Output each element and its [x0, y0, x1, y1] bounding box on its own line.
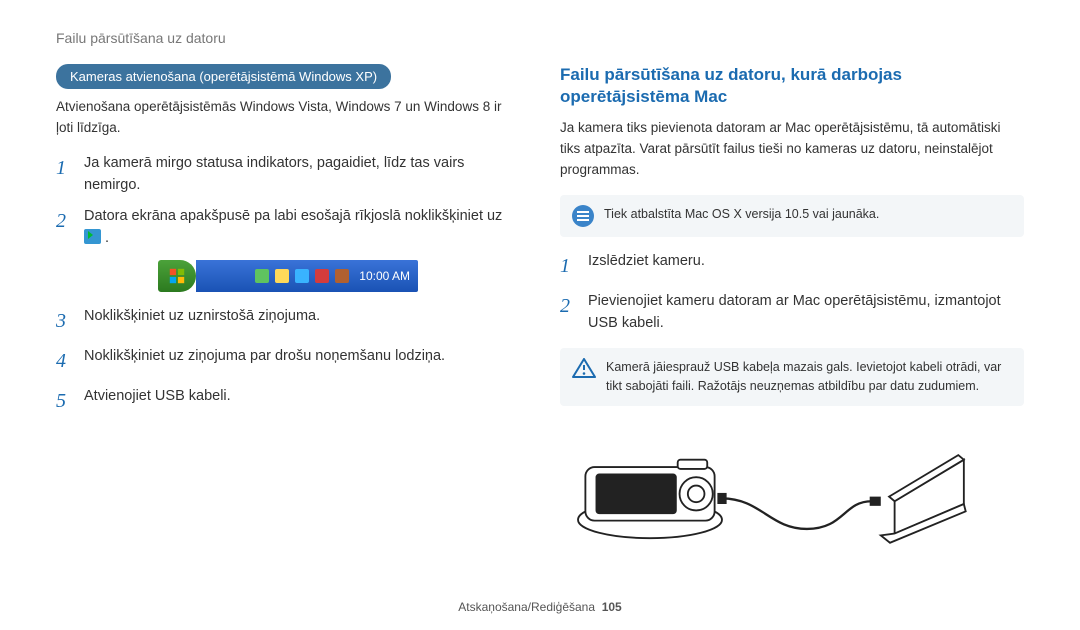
- step-number: 4: [56, 346, 72, 376]
- info-icon: [572, 205, 594, 227]
- tray-icon: [295, 269, 309, 283]
- mac-section-heading: Failu pārsūtīšana uz datoru, kurā darboj…: [560, 64, 1024, 108]
- info-note-text: Tiek atbalstīta Mac OS X versija 10.5 va…: [604, 205, 879, 224]
- step-text: Ja kamerā mirgo statusa indikators, paga…: [84, 153, 520, 197]
- camera-icon: [578, 460, 722, 538]
- warning-note-text: Kamerā jāiesprauž USB kabeļa mazais gals…: [606, 358, 1012, 396]
- tray-icon: [315, 269, 329, 283]
- right-column: Failu pārsūtīšana uz datoru, kurā darboj…: [560, 64, 1024, 557]
- step-number: 1: [560, 251, 576, 281]
- info-note: Tiek atbalstīta Mac OS X versija 10.5 va…: [560, 195, 1024, 237]
- step-text: Noklikšķiniet uz uznirstošā ziņojuma.: [84, 306, 520, 336]
- page-footer: Atskaņošana/Rediģēšana 105: [0, 600, 1080, 614]
- left-steps: 1 Ja kamerā mirgo statusa indikators, pa…: [56, 153, 520, 250]
- taskbar-tray: 10:00 AM: [196, 260, 418, 292]
- step-text: Atvienojiet USB kabeli.: [84, 386, 520, 416]
- page-number: 105: [602, 600, 622, 614]
- warning-note: Kamerā jāiesprauž USB kabeļa mazais gals…: [560, 348, 1024, 406]
- usb-cable-icon: [722, 498, 872, 528]
- safely-remove-icon: [84, 229, 101, 244]
- left-intro: Atvienošana operētājsistēmās Windows Vis…: [56, 97, 520, 139]
- usb-plug-small-icon: [717, 493, 726, 504]
- page-header: Failu pārsūtīšana uz datoru: [56, 30, 1024, 46]
- right-steps: 1 Izslēdziet kameru. 2 Pievienojiet kame…: [560, 251, 1024, 335]
- tray-icon: [335, 269, 349, 283]
- step-5: 5 Atvienojiet USB kabeli.: [56, 386, 520, 416]
- step-2: 2 Pievienojiet kameru datoram ar Mac ope…: [560, 291, 1024, 335]
- step-number: 1: [56, 153, 72, 197]
- left-column: Kameras atvienošana (operētājsistēmā Win…: [56, 64, 520, 557]
- step-4: 4 Noklikšķiniet uz ziņojuma par drošu no…: [56, 346, 520, 376]
- camera-usb-laptop-diagram: [560, 432, 980, 552]
- right-intro: Ja kamera tiks pievienota datoram ar Mac…: [560, 118, 1024, 181]
- tray-icon: [275, 269, 289, 283]
- step-text-inner: Datora ekrāna apakšpusē pa labi esošajā …: [84, 208, 502, 224]
- usb-plug-large-icon: [870, 497, 881, 506]
- warning-icon: [572, 358, 596, 378]
- step-1: 1 Izslēdziet kameru.: [560, 251, 1024, 281]
- step-text: Datora ekrāna apakšpusē pa labi esošajā …: [84, 206, 520, 250]
- step-1: 1 Ja kamerā mirgo statusa indikators, pa…: [56, 153, 520, 197]
- step-text: Noklikšķiniet uz ziņojuma par drošu noņe…: [84, 346, 520, 376]
- step-3: 3 Noklikšķiniet uz uznirstošā ziņojuma.: [56, 306, 520, 336]
- step-number: 3: [56, 306, 72, 336]
- taskbar-clock: 10:00 AM: [359, 269, 410, 283]
- left-steps-cont: 3 Noklikšķiniet uz uznirstošā ziņojuma. …: [56, 306, 520, 416]
- step-text: Izslēdziet kameru.: [588, 251, 1024, 281]
- step-number: 2: [560, 291, 576, 335]
- laptop-icon: [881, 455, 966, 543]
- step-2: 2 Datora ekrāna apakšpusē pa labi esošaj…: [56, 206, 520, 250]
- start-button-icon: [158, 260, 196, 292]
- step-text: Pievienojiet kameru datoram ar Mac operē…: [588, 291, 1024, 335]
- step-number: 2: [56, 206, 72, 250]
- footer-section: Atskaņošana/Rediģēšana: [458, 600, 595, 614]
- tray-icon: [255, 269, 269, 283]
- section-pill-windows-xp: Kameras atvienošana (operētājsistēmā Win…: [56, 64, 391, 89]
- step-number: 5: [56, 386, 72, 416]
- step-text-period: .: [105, 230, 109, 246]
- windows-taskbar-mock: 10:00 AM: [158, 260, 418, 292]
- content-columns: Kameras atvienošana (operētājsistēmā Win…: [56, 64, 1024, 557]
